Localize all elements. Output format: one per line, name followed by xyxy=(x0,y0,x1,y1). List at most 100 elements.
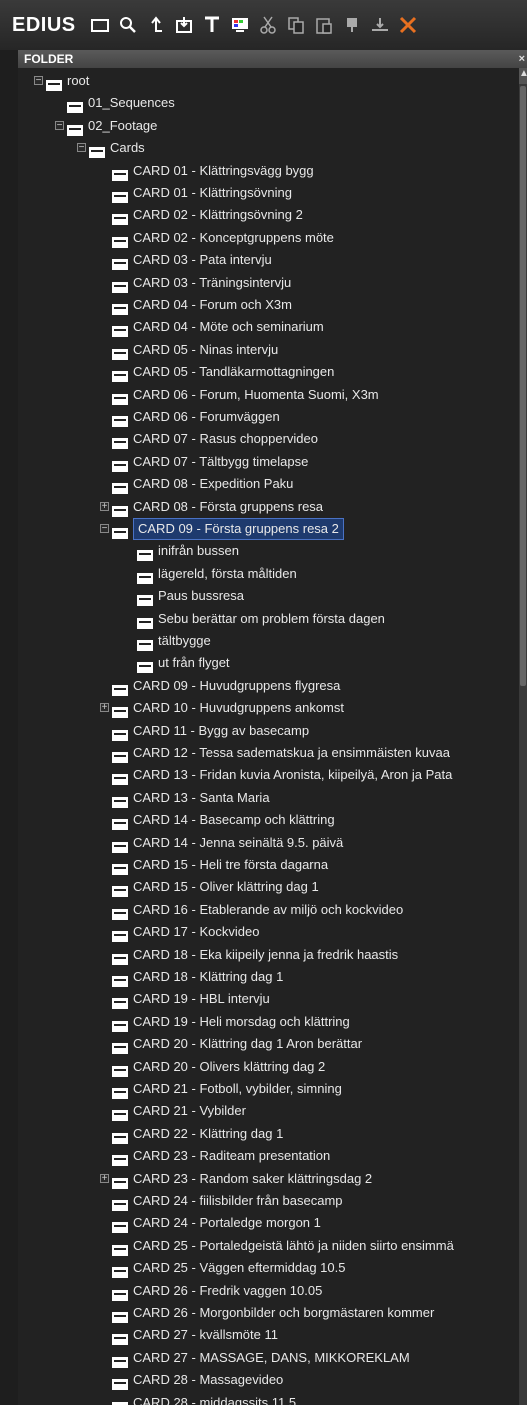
search-icon[interactable] xyxy=(116,13,140,37)
title-icon[interactable] xyxy=(200,13,224,37)
tree-row[interactable]: CARD 18 - Eka kiipeily jenna ja fredrik … xyxy=(18,944,519,966)
tree-row[interactable]: CARD 28 - Massagevideo xyxy=(18,1369,519,1391)
tree-row[interactable]: CARD 21 - Vybilder xyxy=(18,1100,519,1122)
tree-row[interactable]: − 02_Footage xyxy=(18,115,519,137)
tree-row[interactable]: CARD 19 - HBL intervju xyxy=(18,988,519,1010)
scrollbar-thumb[interactable] xyxy=(520,86,526,686)
tree-row[interactable]: CARD 04 - Möte och seminarium xyxy=(18,316,519,338)
tree-row[interactable]: CARD 28 - middagssits 11.5 xyxy=(18,1392,519,1405)
tree-row[interactable]: − Cards xyxy=(18,137,519,159)
tree-row[interactable]: CARD 03 - Pata intervju xyxy=(18,249,519,271)
paste-icon[interactable] xyxy=(312,13,336,37)
tree-row[interactable]: CARD 27 - kvällsmöte 11 xyxy=(18,1324,519,1346)
expand-icon[interactable]: + xyxy=(100,501,109,511)
tree-row[interactable]: CARD 14 - Jenna seinältä 9.5. päivä xyxy=(18,832,519,854)
cut-icon[interactable] xyxy=(256,13,280,37)
scroll-up-arrow-icon[interactable]: ▲ xyxy=(519,68,527,84)
tree-row[interactable]: CARD 18 - Klättring dag 1 xyxy=(18,966,519,988)
folder-icon xyxy=(112,1062,128,1077)
folder-icon xyxy=(112,1017,128,1032)
collapse-icon[interactable]: − xyxy=(55,120,64,130)
tree-row[interactable]: CARD 25 - Portaledgeistä lähtö ja niiden… xyxy=(18,1235,519,1257)
tree-row[interactable]: Paus bussresa xyxy=(18,585,519,607)
tree-row[interactable]: CARD 17 - Kockvideo xyxy=(18,921,519,943)
collapse-icon[interactable]: − xyxy=(77,143,86,153)
tree-row[interactable]: CARD 24 - Portaledge morgon 1 xyxy=(18,1212,519,1234)
tree-row[interactable]: CARD 20 - Olivers klättring dag 2 xyxy=(18,1056,519,1078)
tree-row[interactable]: CARD 01 - Klättringsövning xyxy=(18,182,519,204)
tree-row[interactable]: CARD 09 - Huvudgruppens flygresa xyxy=(18,675,519,697)
tree-row-label: CARD 24 - fiilisbilder från basecamp xyxy=(133,1193,343,1208)
tree-row[interactable]: CARD 02 - Konceptgruppens möte xyxy=(18,227,519,249)
folder-icon xyxy=(137,636,153,651)
tree-row[interactable]: CARD 20 - Klättring dag 1 Aron berättar xyxy=(18,1033,519,1055)
folder-icon xyxy=(112,1106,128,1122)
up-level-icon[interactable] xyxy=(144,13,168,37)
monitor-icon[interactable] xyxy=(228,13,252,37)
tree-row[interactable]: CARD 24 - fiilisbilder från basecamp xyxy=(18,1190,519,1212)
collapse-icon[interactable]: − xyxy=(100,524,109,534)
tree-row-label: CARD 09 - Första gruppens resa 2 xyxy=(133,518,344,540)
tree-row[interactable]: CARD 13 - Fridan kuvia Aronista, kiipeil… xyxy=(18,764,519,786)
tree-row[interactable]: CARD 07 - Rasus choppervideo xyxy=(18,428,519,450)
folder-icon xyxy=(112,322,128,338)
marker-icon[interactable] xyxy=(340,13,364,37)
folder-icon xyxy=(112,1263,128,1279)
tree-row[interactable]: − CARD 09 - Första gruppens resa 2 xyxy=(18,518,519,540)
tree-row[interactable]: tältbygge xyxy=(18,630,519,652)
tree-row-label: CARD 28 - middagssits 11.5 xyxy=(133,1394,297,1405)
tree-row[interactable]: + CARD 08 - Första gruppens resa xyxy=(18,496,519,518)
tree-row[interactable]: CARD 05 - Ninas intervju xyxy=(18,339,519,361)
tree-row[interactable]: CARD 05 - Tandläkarmottagningen xyxy=(18,361,519,383)
panel-close-icon[interactable]: × xyxy=(519,50,525,68)
tree-row[interactable]: − root xyxy=(18,70,519,92)
tree-row[interactable]: inifrån bussen xyxy=(18,540,519,562)
expand-icon[interactable]: + xyxy=(100,703,109,713)
tree-row[interactable]: CARD 26 - Fredrik vaggen 10.05 xyxy=(18,1280,519,1302)
folder-icon xyxy=(137,658,153,674)
tree-row[interactable]: CARD 07 - Tältbygg timelapse xyxy=(18,451,519,473)
collapse-icon[interactable]: − xyxy=(34,76,43,86)
tree-row[interactable]: lägereld, första måltiden xyxy=(18,563,519,585)
tree-row-label: CARD 01 - Klättringsvägg bygg xyxy=(133,162,314,178)
import-icon[interactable] xyxy=(172,13,196,37)
app-brand: EDIUS xyxy=(12,13,76,36)
close-icon[interactable] xyxy=(396,13,420,37)
new-folder-icon[interactable] xyxy=(88,13,112,37)
folder-icon xyxy=(46,76,62,91)
tree-row[interactable]: CARD 15 - Oliver klättring dag 1 xyxy=(18,876,519,898)
tree-row[interactable]: CARD 27 - MASSAGE, DANS, MIKKOREKLAM xyxy=(18,1347,519,1369)
tree-row[interactable]: CARD 23 - Raditeam presentation xyxy=(18,1145,519,1167)
tree-row-label: CARD 25 - Portaledgeistä lähtö ja niiden… xyxy=(133,1237,454,1253)
tree-row[interactable]: CARD 08 - Expedition Paku xyxy=(18,473,519,495)
expand-icon[interactable]: + xyxy=(100,1173,109,1183)
copy-icon[interactable] xyxy=(284,13,308,37)
tree-row[interactable]: CARD 13 - Santa Maria xyxy=(18,787,519,809)
tree-row[interactable]: CARD 19 - Heli morsdag och klättring xyxy=(18,1011,519,1033)
tree-row[interactable]: CARD 03 - Träningsintervju xyxy=(18,272,519,294)
tree-row-label: CARD 14 - Basecamp och klättring xyxy=(133,812,335,828)
tree-row[interactable]: CARD 25 - Väggen eftermiddag 10.5 xyxy=(18,1257,519,1279)
folder-icon xyxy=(112,188,128,203)
tree-row[interactable]: CARD 22 - Klättring dag 1 xyxy=(18,1123,519,1145)
vertical-scrollbar[interactable]: ▲ xyxy=(519,68,527,1405)
tree-row[interactable]: CARD 06 - Forum, Huomenta Suomi, X3m xyxy=(18,384,519,406)
add-timeline-icon[interactable] xyxy=(368,13,392,37)
tree-row[interactable]: CARD 11 - Bygg av basecamp xyxy=(18,720,519,742)
tree-row[interactable]: CARD 26 - Morgonbilder och borgmästaren … xyxy=(18,1302,519,1324)
tree-row[interactable]: CARD 04 - Forum och X3m xyxy=(18,294,519,316)
tree-row[interactable]: Sebu berättar om problem första dagen xyxy=(18,608,519,630)
tree-row[interactable]: CARD 15 - Heli tre första dagarna xyxy=(18,854,519,876)
tree-row[interactable]: CARD 21 - Fotboll, vybilder, simning xyxy=(18,1078,519,1100)
tree-row[interactable]: CARD 01 - Klättringsvägg bygg xyxy=(18,160,519,182)
tree-row[interactable]: + CARD 10 - Huvudgruppens ankomst xyxy=(18,697,519,719)
tree-row[interactable]: 01_Sequences xyxy=(18,92,519,114)
tree-row[interactable]: CARD 16 - Etablerande av miljö och kockv… xyxy=(18,899,519,921)
tree-row[interactable]: CARD 02 - Klättringsövning 2 xyxy=(18,204,519,226)
tree-row[interactable]: ut från flyget xyxy=(18,652,519,674)
tree-row[interactable]: CARD 12 - Tessa sadematskua ja ensimmäis… xyxy=(18,742,519,764)
tree-row[interactable]: CARD 06 - Forumväggen xyxy=(18,406,519,428)
tree-row[interactable]: + CARD 23 - Random saker klättringsdag 2 xyxy=(18,1168,519,1190)
tree-row-label: CARD 20 - Olivers klättring dag 2 xyxy=(133,1058,326,1074)
tree-row[interactable]: CARD 14 - Basecamp och klättring xyxy=(18,809,519,831)
